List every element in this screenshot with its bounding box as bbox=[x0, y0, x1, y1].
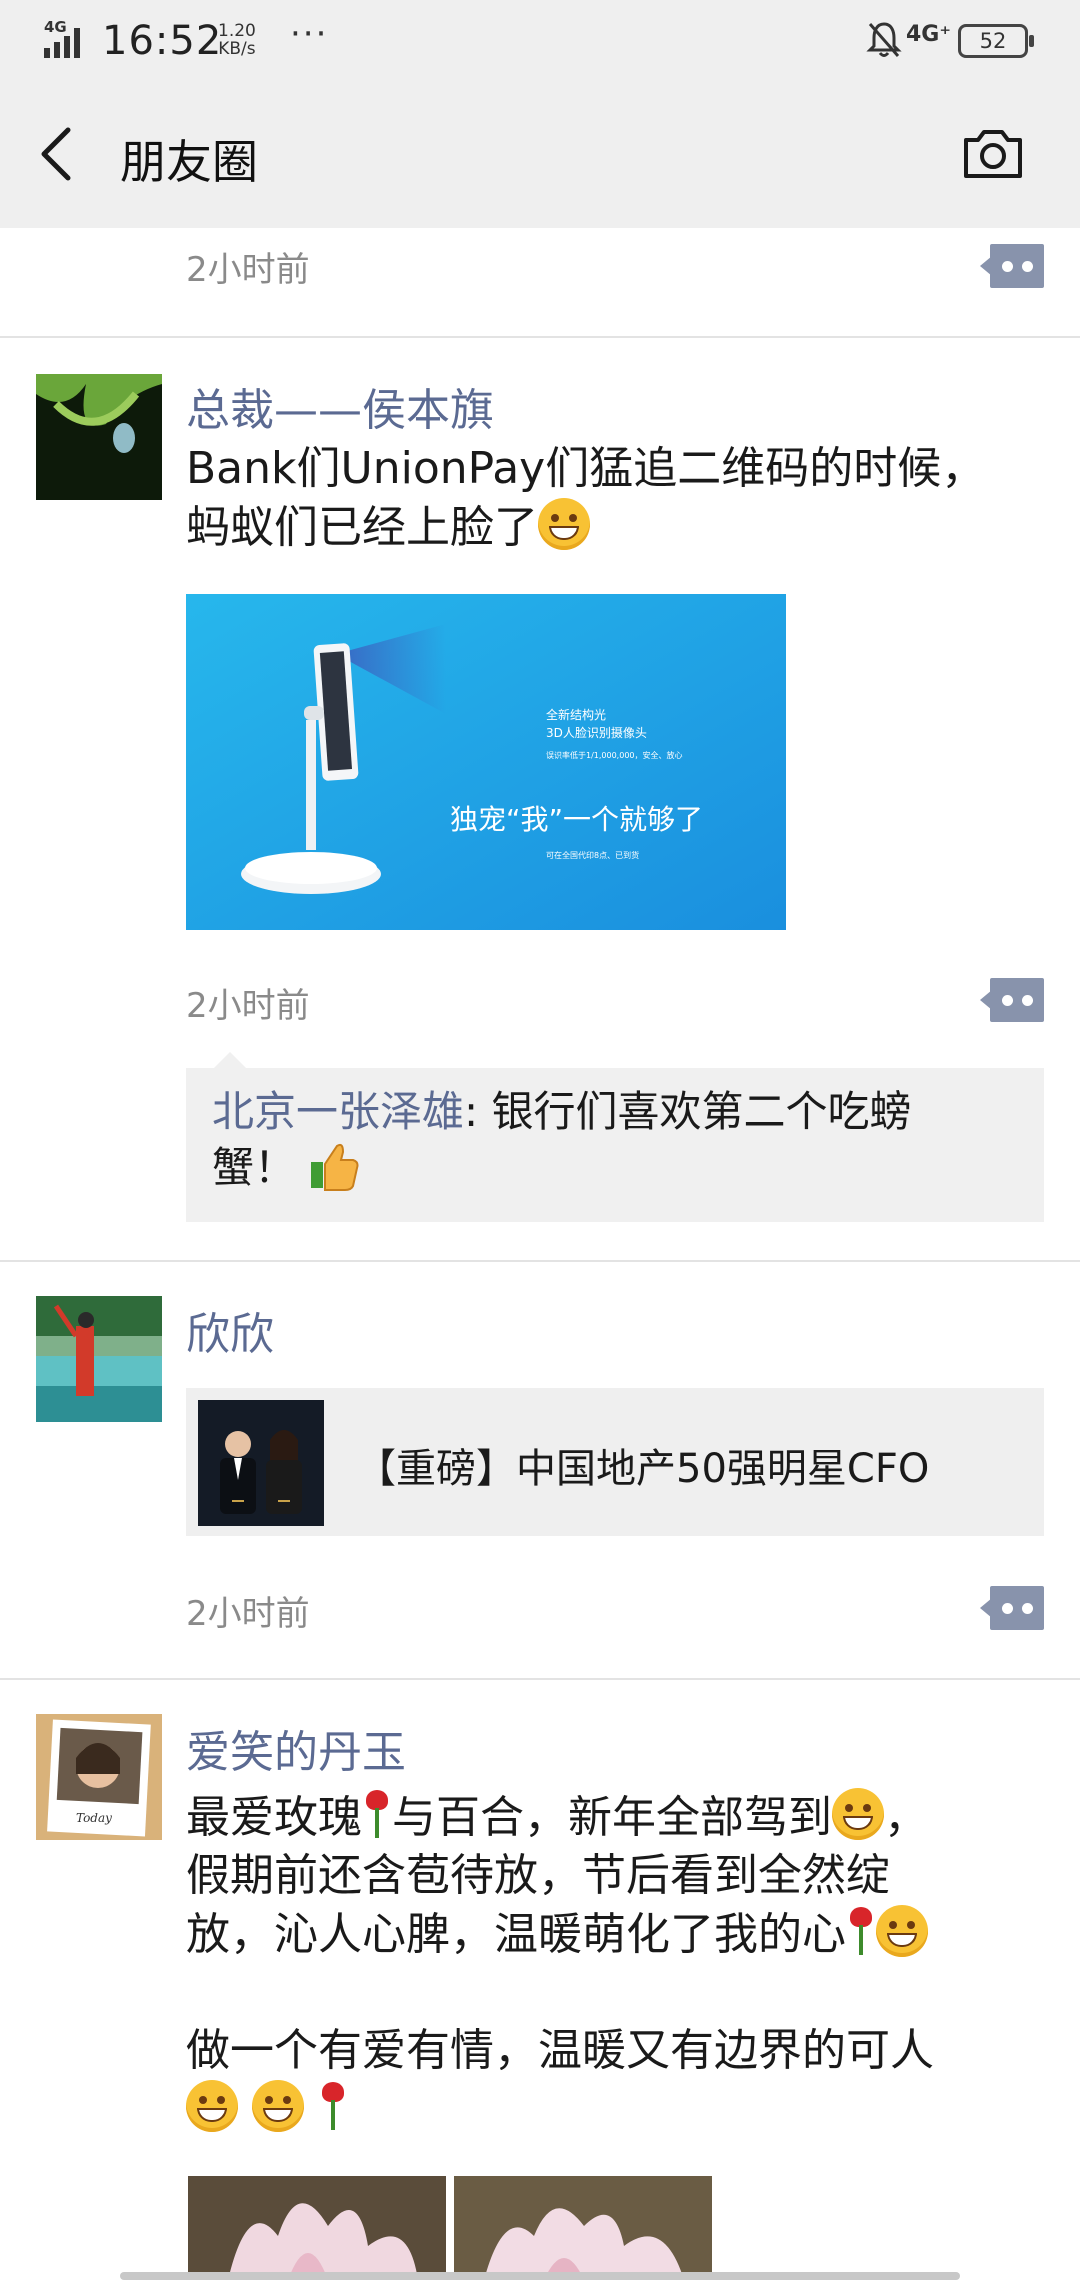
status-bar: 4G 16:52 1.20 KB/s ··· 4G⁺ 52 bbox=[0, 0, 1080, 84]
comment: 北京一张泽雄: 银行们喜欢第二个吃螃 蟹！ bbox=[212, 1087, 912, 1192]
shared-link-card[interactable]: 【重磅】中国地产50强明星CFO bbox=[186, 1388, 1044, 1536]
svg-text:4G: 4G bbox=[44, 18, 67, 36]
face-scanner-ad-image bbox=[186, 594, 786, 930]
battery-icon: 52 bbox=[958, 24, 1034, 58]
avatar[interactable]: Today bbox=[36, 1714, 162, 1840]
network-type: 4G⁺ bbox=[906, 22, 951, 47]
avatar-image bbox=[36, 374, 162, 500]
back-arrow-icon[interactable] bbox=[36, 124, 80, 184]
post-author[interactable]: 欣欣 bbox=[186, 1298, 274, 1362]
link-thumbnail-image bbox=[198, 1400, 324, 1526]
divider bbox=[0, 1260, 1080, 1262]
comment-more-button[interactable] bbox=[980, 1586, 1044, 1630]
network-speed: 1.20 KB/s bbox=[218, 21, 256, 59]
thumbs-up-icon bbox=[311, 1143, 359, 1191]
link-thumbnail bbox=[198, 1400, 324, 1526]
avatar[interactable] bbox=[36, 374, 162, 500]
comment-area: 北京一张泽雄: 银行们喜欢第二个吃螃 蟹！ bbox=[186, 1068, 1044, 1222]
divider bbox=[0, 1678, 1080, 1680]
post-image[interactable] bbox=[454, 2176, 712, 2280]
clock: 16:52 bbox=[102, 18, 223, 64]
comment-more-button[interactable] bbox=[980, 978, 1044, 1022]
post-author[interactable]: 爱笑的丹玉 bbox=[186, 1716, 406, 1780]
thinking-emoji-icon bbox=[252, 2080, 304, 2132]
avatar[interactable] bbox=[36, 1296, 162, 1422]
wink-tongue-emoji-icon bbox=[832, 1788, 884, 1840]
signal-icon: 4G bbox=[44, 18, 80, 58]
post-author[interactable]: 总裁——侯本旗 bbox=[186, 374, 494, 438]
more-notifications-icon: ··· bbox=[290, 14, 329, 54]
rose-emoji-icon bbox=[362, 1788, 392, 1840]
post-time: 2小时前 bbox=[186, 1594, 310, 1634]
divider bbox=[0, 336, 1080, 338]
home-indicator[interactable] bbox=[120, 2272, 960, 2280]
post-text: 最爱玫瑰 与百合，新年全部驾到， 假期前还含苞待放，节后看到全然绽 放，沁人心脾，… bbox=[186, 1788, 1056, 2139]
page-title: 朋友圈 bbox=[120, 135, 258, 189]
lily-photo-image bbox=[454, 2176, 712, 2280]
comment-more-button[interactable] bbox=[980, 244, 1044, 288]
rose-emoji-icon bbox=[846, 1905, 876, 1957]
post-time: 2小时前 bbox=[186, 986, 310, 1026]
rose-emoji-icon bbox=[318, 2080, 348, 2132]
svg-text:Today: Today bbox=[76, 1811, 112, 1825]
post-text: Bank们UnionPay们猛追二维码的时候， 蚂蚁们已经上脸了 bbox=[186, 443, 986, 553]
post-image[interactable] bbox=[188, 2176, 446, 2280]
avatar-image bbox=[36, 1296, 162, 1422]
mute-bell-icon bbox=[866, 22, 902, 57]
grin-emoji-icon bbox=[538, 498, 590, 550]
avatar-image: Today bbox=[36, 1714, 162, 1840]
smile-emoji-icon bbox=[876, 1905, 928, 1957]
post-time: 2小时前 bbox=[186, 250, 310, 290]
lily-photo-image bbox=[188, 2176, 446, 2280]
link-title: 【重磅】中国地产50强明星CFO bbox=[356, 1446, 930, 1492]
camera-icon[interactable] bbox=[960, 124, 1026, 184]
comment-author[interactable]: 北京一张泽雄 bbox=[212, 1087, 464, 1136]
title-bar: 朋友圈 bbox=[0, 84, 1080, 228]
grin-emoji-icon bbox=[186, 2080, 238, 2132]
post-image[interactable]: 全新结构光 3D人脸识别摄像头 误识率低于1/1,000,000，安全、放心 独… bbox=[186, 594, 786, 930]
